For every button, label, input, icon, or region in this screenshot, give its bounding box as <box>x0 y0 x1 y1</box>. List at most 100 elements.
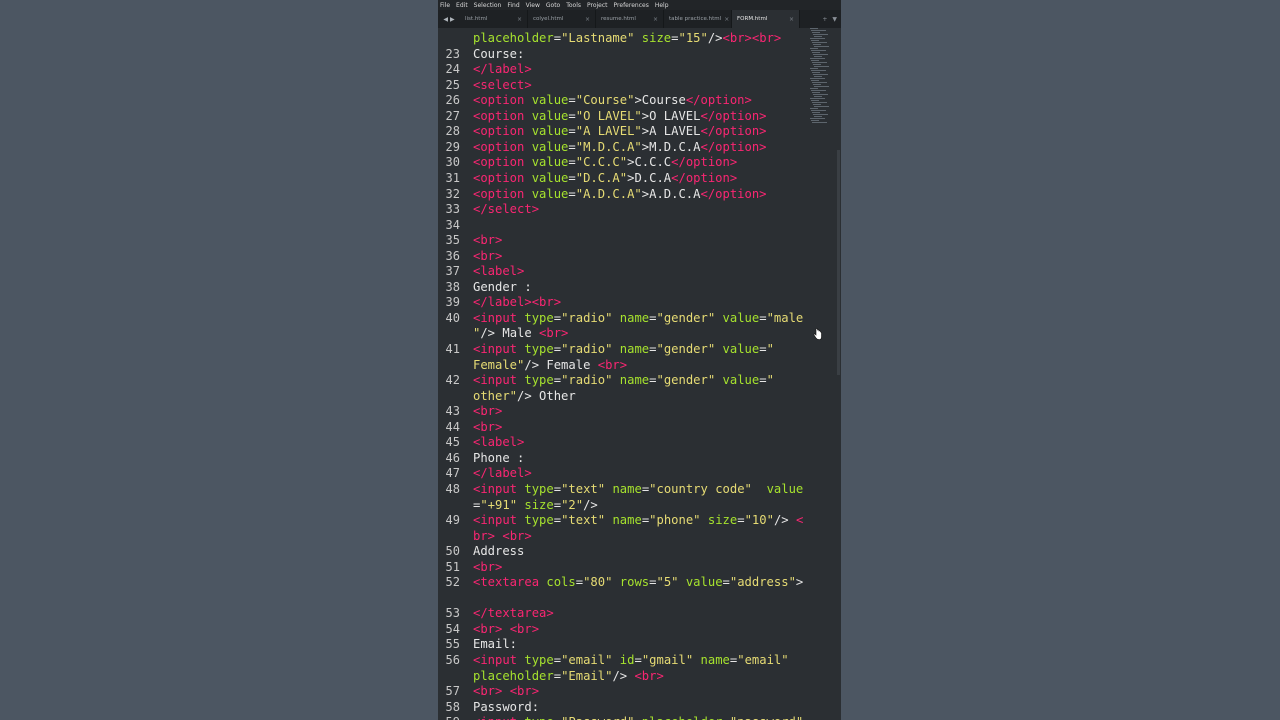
code-token: "gmail" <box>641 653 694 667</box>
code-token: <textarea <box>473 575 547 590</box>
line-number: 50 <box>445 544 460 559</box>
code-text: <br> <br> <box>473 683 539 699</box>
close-icon[interactable]: × <box>585 16 590 23</box>
code-editor[interactable]: placeholder="Lastname" size="15"/><br><b… <box>438 28 841 720</box>
tab-form[interactable]: FORM.html × <box>732 10 800 28</box>
line-number: 31 <box>445 170 460 185</box>
minimap-line <box>810 38 825 39</box>
tab-label: FORM.html <box>737 16 768 22</box>
code-token: "password" <box>730 715 803 720</box>
code-text: Phone : <box>473 450 524 466</box>
line-number: 46 <box>445 450 460 465</box>
code-text: </label> <box>473 465 532 481</box>
line-number: 58 <box>445 699 460 714</box>
tab-colyel[interactable]: colyel.html × <box>528 10 596 28</box>
tab-resume[interactable]: resume.html × <box>596 10 664 28</box>
minimap-line <box>812 42 827 43</box>
minimap-line <box>813 64 821 65</box>
code-token: <br> <box>473 684 503 699</box>
code-token: <br> <box>473 404 503 419</box>
tab-table-practice[interactable]: table practice.html × <box>664 10 732 28</box>
line-number: 54 <box>445 621 460 636</box>
minimap-line <box>813 74 828 75</box>
minimap-line <box>813 44 821 45</box>
minimap-line <box>811 100 819 101</box>
minimap-line <box>811 120 819 121</box>
code-token: <select> <box>473 77 532 92</box>
menu-project[interactable]: Project <box>587 2 608 9</box>
code-token: /> <box>773 513 796 528</box>
code-token: " <box>766 342 774 356</box>
close-icon[interactable]: × <box>789 16 794 23</box>
tab-list-dropdown-icon[interactable]: ▼ <box>832 16 837 23</box>
code-text: </textarea> <box>473 605 554 621</box>
minimap-line <box>810 108 818 109</box>
minimap-line <box>814 66 829 67</box>
minimap-line <box>812 82 827 83</box>
code-token: size <box>524 497 554 512</box>
close-icon[interactable]: × <box>517 16 522 23</box>
code-token: <option <box>473 108 532 123</box>
code-text: <input type="text" name="country code" v… <box>473 481 803 497</box>
line-number: 30 <box>445 155 460 170</box>
code-text: Course: <box>473 46 524 62</box>
menu-help[interactable]: Help <box>655 2 669 9</box>
menu-find[interactable]: Find <box>507 2 519 9</box>
line-number: 37 <box>445 264 460 279</box>
minimap-line <box>814 36 822 37</box>
minimap-line <box>810 28 818 29</box>
code-token: "Course" <box>575 93 635 108</box>
code-token: <option <box>473 139 532 154</box>
code-token: "text" <box>561 513 606 528</box>
code-token: <input <box>473 715 524 720</box>
code-token: = <box>553 481 562 496</box>
menu-goto[interactable]: Goto <box>546 2 560 9</box>
code-token: = <box>649 373 657 388</box>
code-token: "country code" <box>649 481 752 496</box>
code-token: <br> <box>597 357 628 372</box>
code-token: value <box>531 93 569 108</box>
code-token: = <box>568 108 576 123</box>
code-token: placeholder <box>473 31 554 45</box>
code-token: <option <box>473 93 532 108</box>
code-token: <br> <box>473 559 503 574</box>
line-number: 33 <box>445 202 460 217</box>
code-text: other"/> Other <box>473 388 576 404</box>
menu-view[interactable]: View <box>526 2 540 9</box>
code-token: >Course <box>634 93 686 108</box>
new-tab-icon[interactable]: + <box>822 16 827 23</box>
menu-tools[interactable]: Tools <box>566 2 581 9</box>
code-token: = <box>722 575 730 590</box>
code-text: <option value="C.C.C">C.C.C</option> <box>473 154 737 170</box>
minimap[interactable] <box>810 28 836 128</box>
tab-left-arrow-icon[interactable]: ◀ <box>443 16 448 23</box>
vertical-scrollbar[interactable] <box>837 150 840 375</box>
code-token: placeholder <box>642 715 723 720</box>
code-token: = <box>553 497 562 512</box>
menu-preferences[interactable]: Preferences <box>614 2 649 9</box>
tab-label: table practice.html <box>669 16 722 22</box>
close-icon[interactable]: × <box>653 16 658 23</box>
code-text: ="+91" size="2"/> <box>473 497 598 513</box>
code-token: </label> <box>473 466 532 481</box>
tab-list[interactable]: list.html × <box>460 10 528 28</box>
code-text: <option value="Course">Course</option> <box>473 92 752 108</box>
code-token: <br> <box>473 419 503 434</box>
code-token: "2" <box>561 497 584 512</box>
code-token: <input <box>473 653 525 667</box>
tab-right-arrow-icon[interactable]: ▶ <box>450 16 455 23</box>
menu-selection[interactable]: Selection <box>474 2 502 9</box>
code-token: > <box>795 575 804 590</box>
code-token: </label> <box>473 295 532 310</box>
code-token: >A LAVEL <box>641 124 701 139</box>
menu-edit[interactable]: Edit <box>456 2 468 9</box>
close-icon[interactable]: × <box>724 16 729 23</box>
line-number: 52 <box>445 575 460 590</box>
minimap-line <box>811 90 826 91</box>
menu-file[interactable]: File <box>440 2 450 9</box>
code-token: >D.C.A <box>627 170 672 185</box>
code-token: name <box>619 310 650 325</box>
code-token: /> <box>707 31 723 45</box>
minimap-line <box>814 56 822 57</box>
